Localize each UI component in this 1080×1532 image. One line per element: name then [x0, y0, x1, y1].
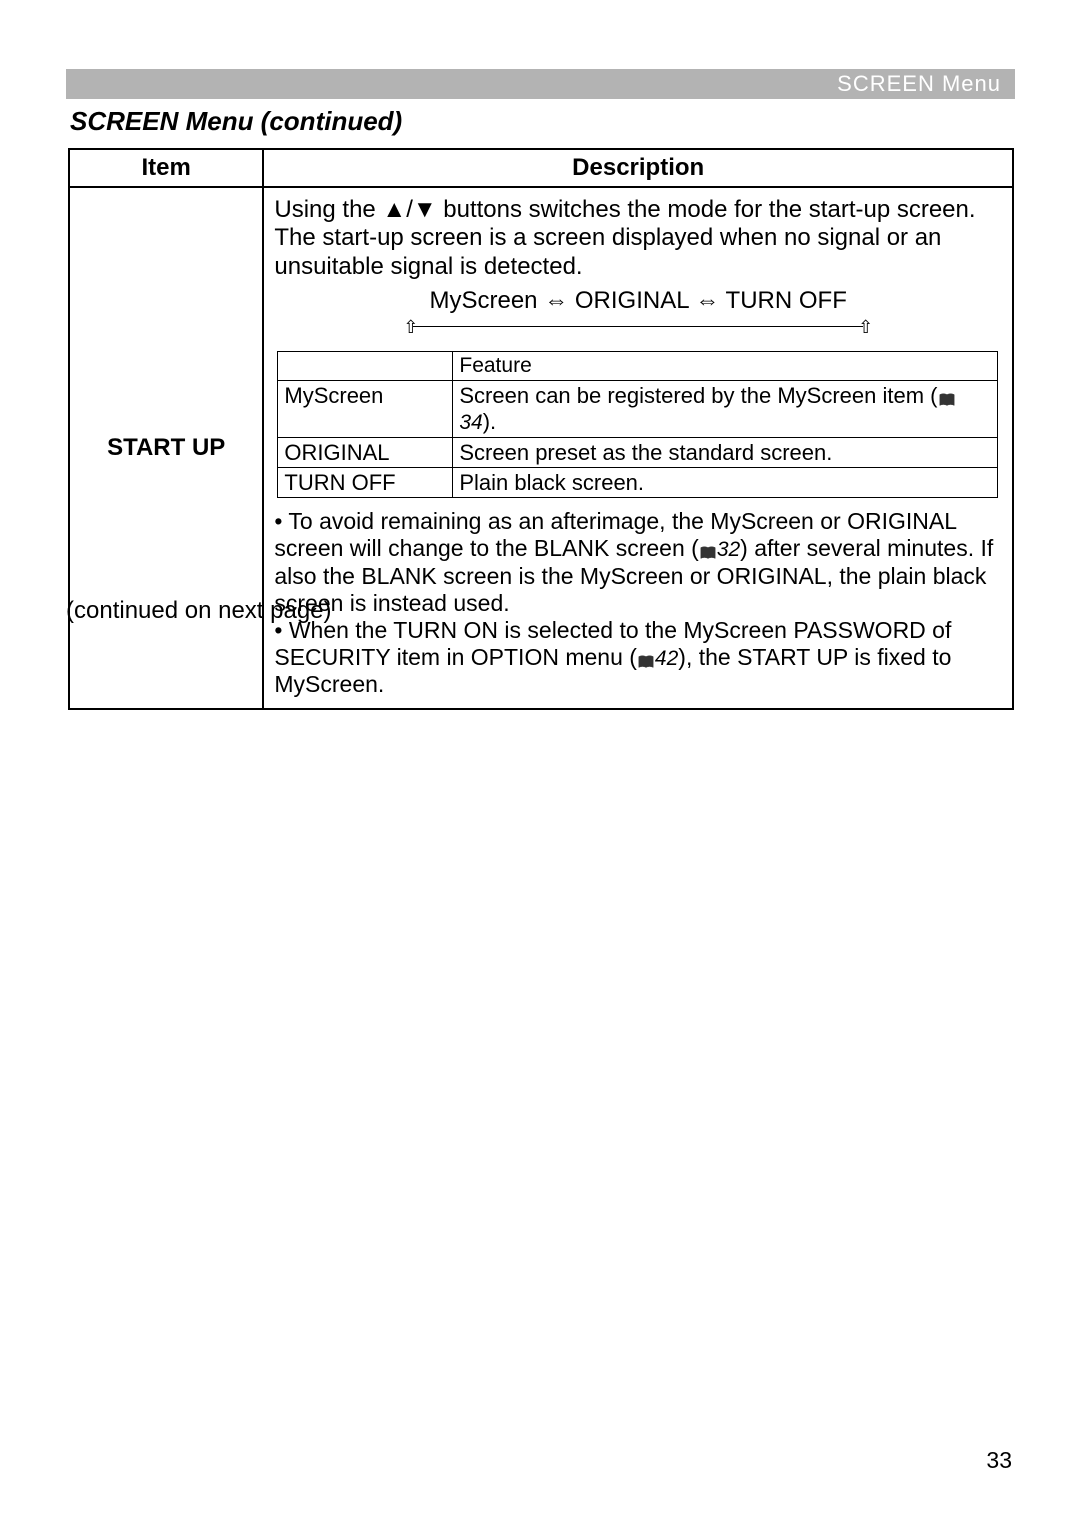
intro-line-1: Using the ▲/▼ buttons switches the mode … [274, 196, 975, 223]
notes-block: • To avoid remaining as an afterimage, t… [274, 508, 1002, 698]
feature-row3-desc: Plain black screen. [453, 468, 997, 498]
desc-cell-startup: Using the ▲/▼ buttons switches the mode … [263, 187, 1013, 709]
cycle-return-arrow: ⇧ ⇧ [403, 317, 873, 345]
arrow-up-left-icon: ⇧ [403, 317, 418, 338]
book-icon [699, 540, 717, 556]
intro-line-2: The start-up screen is a screen displaye… [274, 224, 941, 279]
feature-row2-desc: Screen preset as the standard screen. [453, 437, 997, 467]
note1-ref: 32 [717, 538, 740, 561]
section-title: SCREEN Menu (continued) [70, 106, 402, 137]
cycle-line-connector [413, 326, 863, 327]
feature-empty-cell [278, 352, 453, 381]
header-bar-text: SCREEN Menu [837, 71, 1001, 97]
cycle-options: MyScreen ⇔ ORIGINAL ⇔ TURN OFF [274, 287, 1002, 315]
feature-row1-desc: Screen can be registered by the MyScreen… [453, 381, 997, 437]
col-header-item: Item [69, 149, 263, 187]
book-icon [938, 388, 956, 404]
feature-row1-name: MyScreen [278, 381, 453, 437]
main-table: Item Description START UP Using the ▲/▼ … [68, 148, 1014, 710]
intro-text: Using the ▲/▼ buttons switches the mode … [274, 196, 1002, 281]
page-number: 33 [986, 1447, 1012, 1474]
col-header-description: Description [263, 149, 1013, 187]
note2-ref: 42 [655, 647, 678, 670]
feature-row1-post: ). [483, 409, 496, 434]
feature-header: Feature [453, 352, 997, 381]
feature-row2-name: ORIGINAL [278, 437, 453, 467]
arrow-up-right-icon: ⇧ [858, 317, 873, 338]
item-cell-startup: START UP [69, 187, 263, 709]
feature-row1-pre: Screen can be registered by the MyScreen… [459, 383, 937, 408]
feature-row1-ref: 34 [459, 411, 482, 434]
book-icon [637, 649, 655, 665]
continued-text: (continued on next page) [66, 597, 332, 625]
feature-row3-name: TURN OFF [278, 468, 453, 498]
header-bar: SCREEN Menu [66, 69, 1015, 99]
feature-table: Feature MyScreen Screen can be registere… [277, 351, 997, 498]
